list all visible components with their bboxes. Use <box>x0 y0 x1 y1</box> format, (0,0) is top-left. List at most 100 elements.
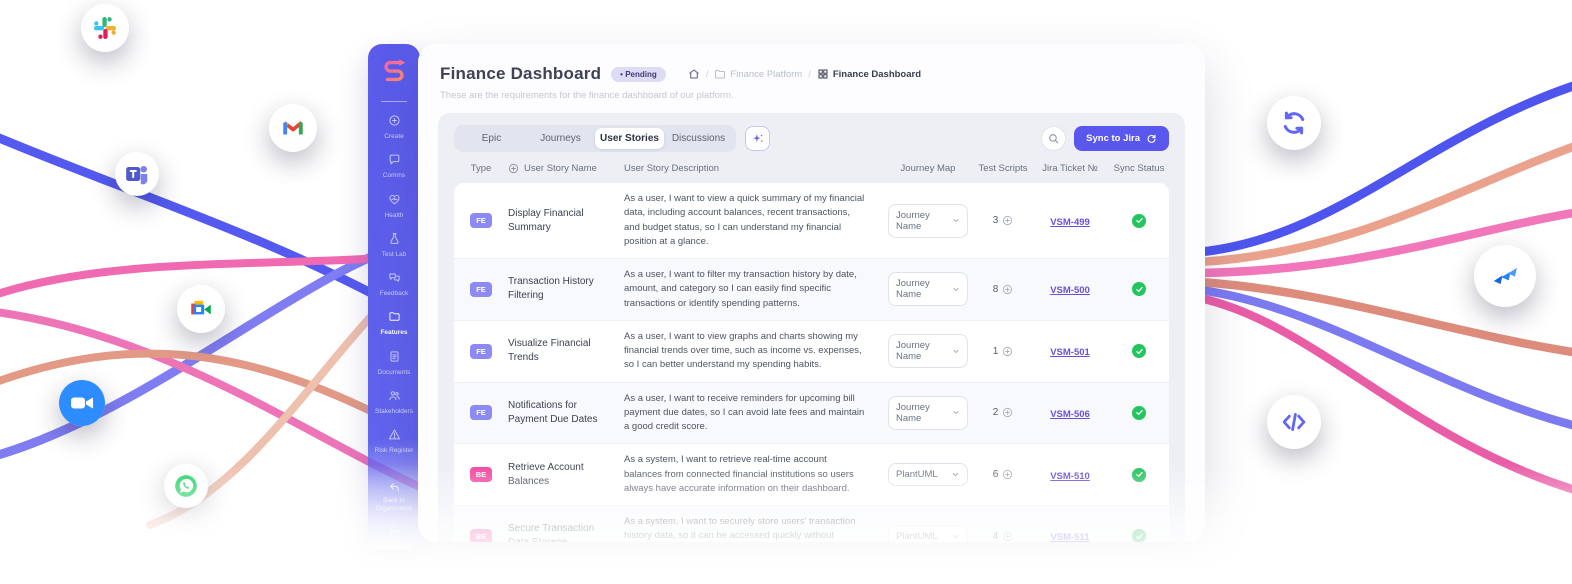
breadcrumb-home[interactable] <box>688 68 700 80</box>
sync-icon <box>1267 96 1321 150</box>
add-test-script-icon[interactable] <box>1002 346 1013 357</box>
test-script-count: 4 <box>993 531 999 542</box>
add-test-script-icon[interactable] <box>1002 531 1013 542</box>
table-row: FE Notifications for Payment Due Dates A… <box>454 383 1169 445</box>
breadcrumb-current[interactable]: Finance Dashboard <box>817 68 921 80</box>
back-arrow-icon <box>388 481 401 494</box>
folder-icon <box>714 68 726 80</box>
type-badge: FE <box>470 405 492 420</box>
jira-ticket-link[interactable]: VSM-499 <box>1050 217 1090 228</box>
sidebar-item-health[interactable]: Health <box>368 187 420 226</box>
add-test-script-icon[interactable] <box>1002 469 1013 480</box>
sidebar-item-label: Features <box>380 329 407 337</box>
journey-map-select[interactable]: PlantUML <box>888 525 968 542</box>
test-script-count: 3 <box>993 215 999 226</box>
sidebar-item-features[interactable]: Features <box>368 304 420 343</box>
story-description: As a system, I want to retrieve real-tim… <box>624 453 881 496</box>
sidebar-item-stakeholders[interactable]: Stakeholders <box>368 383 420 422</box>
type-badge: FE <box>470 282 492 297</box>
grid-icon <box>817 68 829 80</box>
chevron-down-icon <box>951 470 960 479</box>
chevron-down-icon <box>952 347 960 356</box>
zoom-icon <box>59 380 105 426</box>
sync-status-icon <box>1132 282 1146 296</box>
home-icon <box>688 68 700 80</box>
app-logo-icon[interactable] <box>379 44 409 99</box>
col-test-scripts: Test Scripts <box>975 163 1031 174</box>
col-user-story-description: User Story Description <box>624 163 881 174</box>
sidebar-item-create[interactable]: Create <box>368 108 420 147</box>
sidebar-item-label: Documents <box>378 369 411 377</box>
type-badge: FE <box>470 344 492 359</box>
code-icon <box>1267 395 1321 449</box>
tab-bar: EpicJourneysUser StoriesDiscussions <box>454 125 736 152</box>
table-row: FE Transaction History Filtering As a us… <box>454 259 1169 321</box>
tab-discussions[interactable]: Discussions <box>664 128 733 149</box>
sidebar-item-risk-register[interactable]: Risk Register <box>368 422 420 461</box>
col-jira-ticket: Jira Ticket № <box>1031 163 1109 174</box>
ai-sparkle-button[interactable] <box>745 126 770 151</box>
add-test-script-icon[interactable] <box>1002 407 1013 418</box>
sidebar-item-label: Risk Register <box>375 447 414 455</box>
jira-ticket-link[interactable]: VSM-501 <box>1050 347 1090 358</box>
sync-status-icon <box>1132 529 1146 542</box>
chat-icon <box>388 153 401 169</box>
add-test-script-icon[interactable] <box>1002 215 1013 226</box>
divider <box>381 101 407 102</box>
chevron-down-icon <box>952 216 960 225</box>
jira-ticket-link[interactable]: VSM-500 <box>1050 285 1090 296</box>
type-badge: BE <box>470 467 492 482</box>
sync-to-jira-button[interactable]: Sync to Jira <box>1074 126 1169 151</box>
breadcrumb-folder[interactable]: Finance Platform <box>714 68 802 80</box>
story-description: As a user, I want to view graphs and cha… <box>624 330 881 373</box>
jira-ticket-link[interactable]: VSM-511 <box>1050 532 1089 542</box>
slack-icon <box>81 4 129 52</box>
heart-icon <box>388 193 401 209</box>
feedback-icon <box>388 271 401 287</box>
jira-icon <box>1474 245 1536 307</box>
tab-user-stories[interactable]: User Stories <box>595 128 664 149</box>
journey-map-select[interactable]: Journey Name <box>888 334 968 368</box>
col-sync-status: Sync Status <box>1109 163 1169 174</box>
people-icon <box>388 389 401 405</box>
journey-map-select[interactable]: Journey Name <box>888 396 968 430</box>
test-script-count: 2 <box>993 407 999 418</box>
sync-status-icon <box>1132 344 1146 358</box>
sync-status-icon <box>1132 214 1146 228</box>
journey-map-select[interactable]: Journey Name <box>888 204 968 238</box>
tab-epic[interactable]: Epic <box>457 128 526 149</box>
journey-map-select[interactable]: Journey Name <box>888 272 968 306</box>
status-badge: • Pending <box>611 67 666 82</box>
add-test-script-icon[interactable] <box>1002 284 1013 295</box>
jira-ticket-link[interactable]: VSM-506 <box>1050 409 1090 420</box>
google-meet-icon <box>177 285 225 333</box>
page-subtitle: These are the requirements for the finan… <box>440 90 1183 101</box>
sync-status-icon <box>1132 406 1146 420</box>
sidebar-item-back-to-organization[interactable]: Back to Organization <box>368 475 420 519</box>
sidebar-item-label: Stakeholders <box>375 408 413 416</box>
table-row: BE Secure Transaction Data Storage As a … <box>454 506 1169 542</box>
page-title: Finance Dashboard <box>440 64 601 84</box>
teams-icon <box>115 152 159 196</box>
sidebar-item-documents[interactable]: Documents <box>368 344 420 383</box>
sidebar-item-comms[interactable]: Comms <box>368 147 420 186</box>
marketing-screenshot: Create Comms Health Test Lab Feedback Fe… <box>0 0 1572 584</box>
folder-icon <box>388 310 401 326</box>
story-name: Display Financial Summary <box>508 207 624 235</box>
story-description: As a system, I want to securely store us… <box>624 515 881 542</box>
sync-status-icon <box>1132 468 1146 482</box>
journey-map-select[interactable]: PlantUML <box>888 463 968 486</box>
whatsapp-icon <box>164 464 208 508</box>
jira-ticket-link[interactable]: VSM-510 <box>1050 471 1090 482</box>
chevron-down-icon <box>952 408 960 417</box>
story-description: As a user, I want to view a quick summar… <box>624 192 881 249</box>
col-user-story-name: User Story Name <box>508 163 624 174</box>
sidebar-item-test-lab[interactable]: Test Lab <box>368 226 420 265</box>
tab-journeys[interactable]: Journeys <box>526 128 595 149</box>
search-button[interactable] <box>1041 126 1066 151</box>
story-name: Secure Transaction Data Storage <box>508 522 624 542</box>
sidebar-item-label: Health <box>385 212 404 220</box>
test-script-count: 8 <box>993 284 999 295</box>
sidebar-item-feedback[interactable]: Feedback <box>368 265 420 304</box>
logout-icon[interactable] <box>368 519 420 544</box>
